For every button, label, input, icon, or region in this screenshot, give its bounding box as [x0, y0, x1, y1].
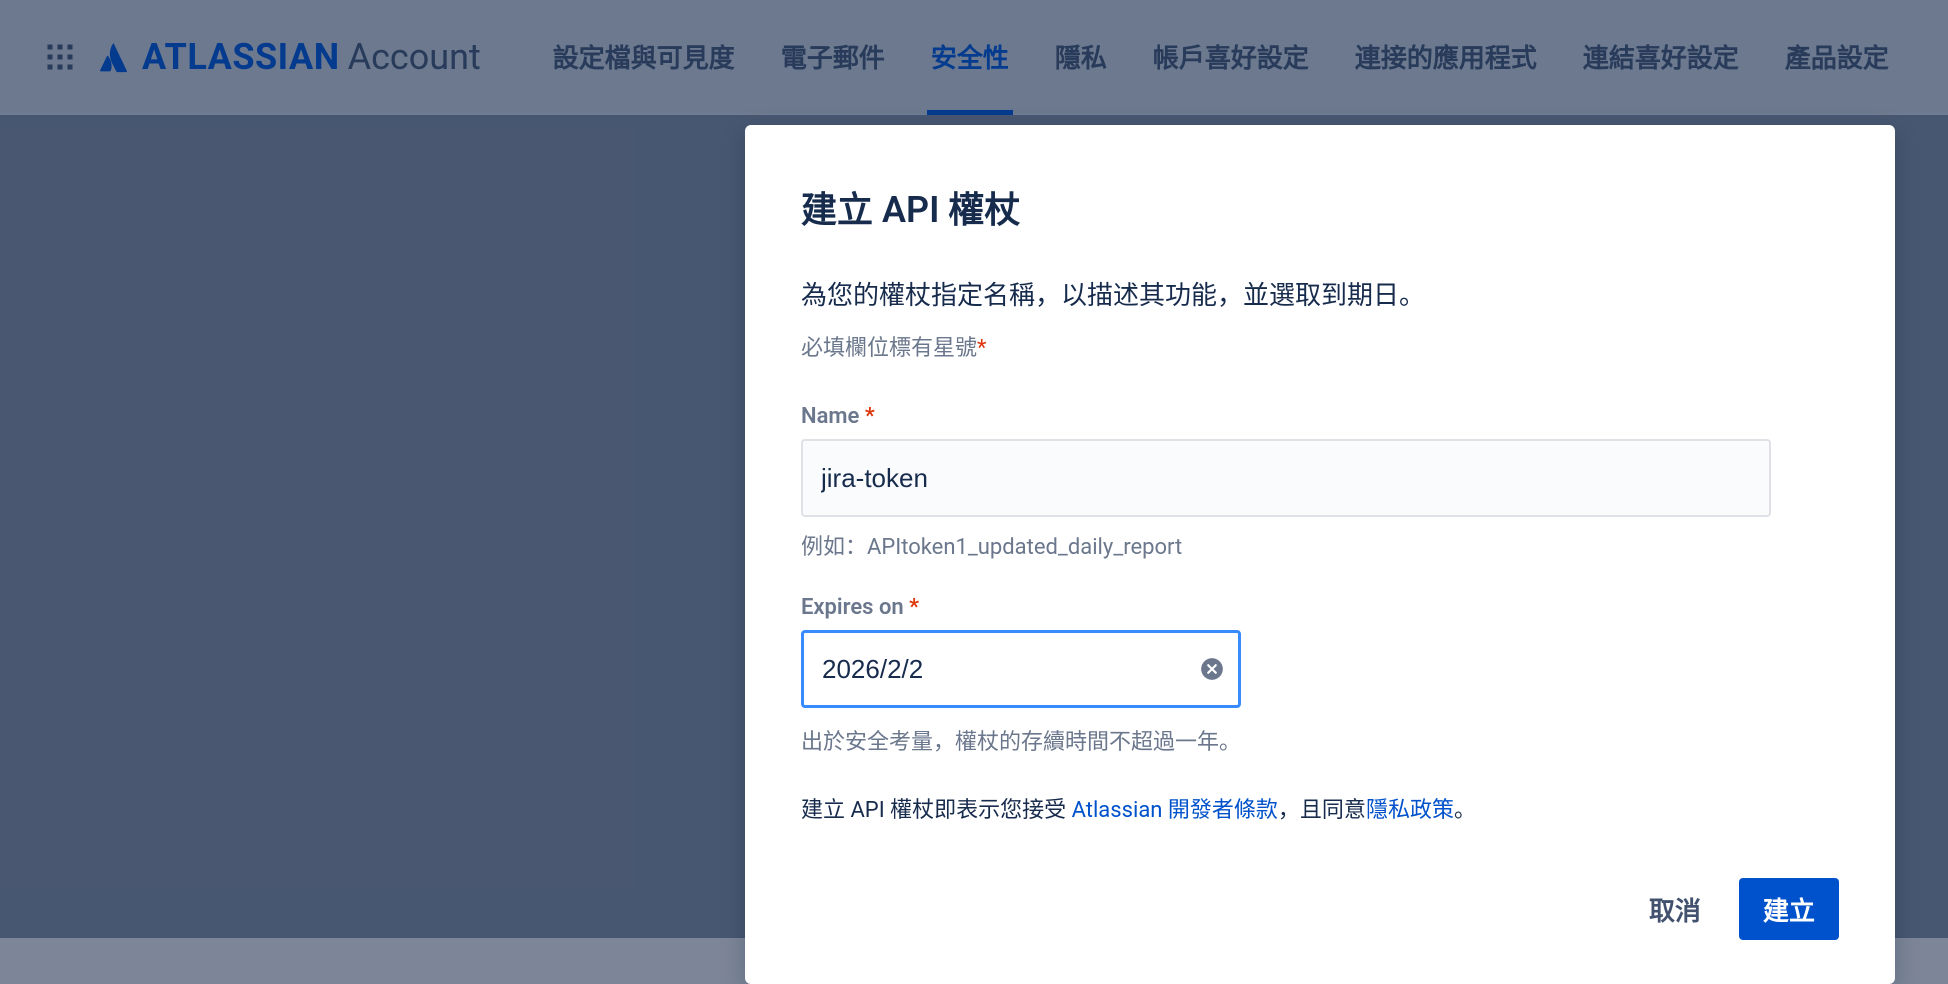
expires-label: Expires on * [801, 595, 1839, 620]
name-input[interactable] [801, 439, 1771, 517]
create-api-token-modal: 建立 API 權杖 為您的權杖指定名稱，以描述其功能，並選取到期日。 必填欄位標… [745, 125, 1895, 984]
cancel-button[interactable]: 取消 [1625, 878, 1725, 940]
expires-note: 出於安全考量，權杖的存續時間不超過一年。 [801, 724, 1839, 756]
name-label: Name * [801, 404, 1839, 429]
name-field: Name * 例如：APItoken1_updated_daily_report [801, 404, 1839, 561]
expires-field: Expires on * 出於安全考量，權杖的存續時間不超過一年。 [801, 595, 1839, 756]
required-fields-note: 必填欄位標有星號* [801, 330, 1839, 362]
expires-input[interactable] [801, 630, 1241, 708]
create-button[interactable]: 建立 [1739, 878, 1839, 940]
name-help: 例如：APItoken1_updated_daily_report [801, 529, 1839, 561]
modal-actions: 取消 建立 [801, 878, 1839, 940]
modal-title: 建立 API 權杖 [801, 181, 1839, 233]
clear-date-icon[interactable] [1199, 656, 1225, 682]
modal-description: 為您的權杖指定名稱，以描述其功能，並選取到期日。 [801, 275, 1839, 312]
dev-terms-link[interactable]: Atlassian 開發者條款 [1072, 798, 1278, 823]
privacy-policy-link[interactable]: 隱私政策 [1366, 798, 1454, 823]
terms-text: 建立 API 權杖即表示您接受 Atlassian 開發者條款，且同意隱私政策。 [801, 792, 1839, 824]
